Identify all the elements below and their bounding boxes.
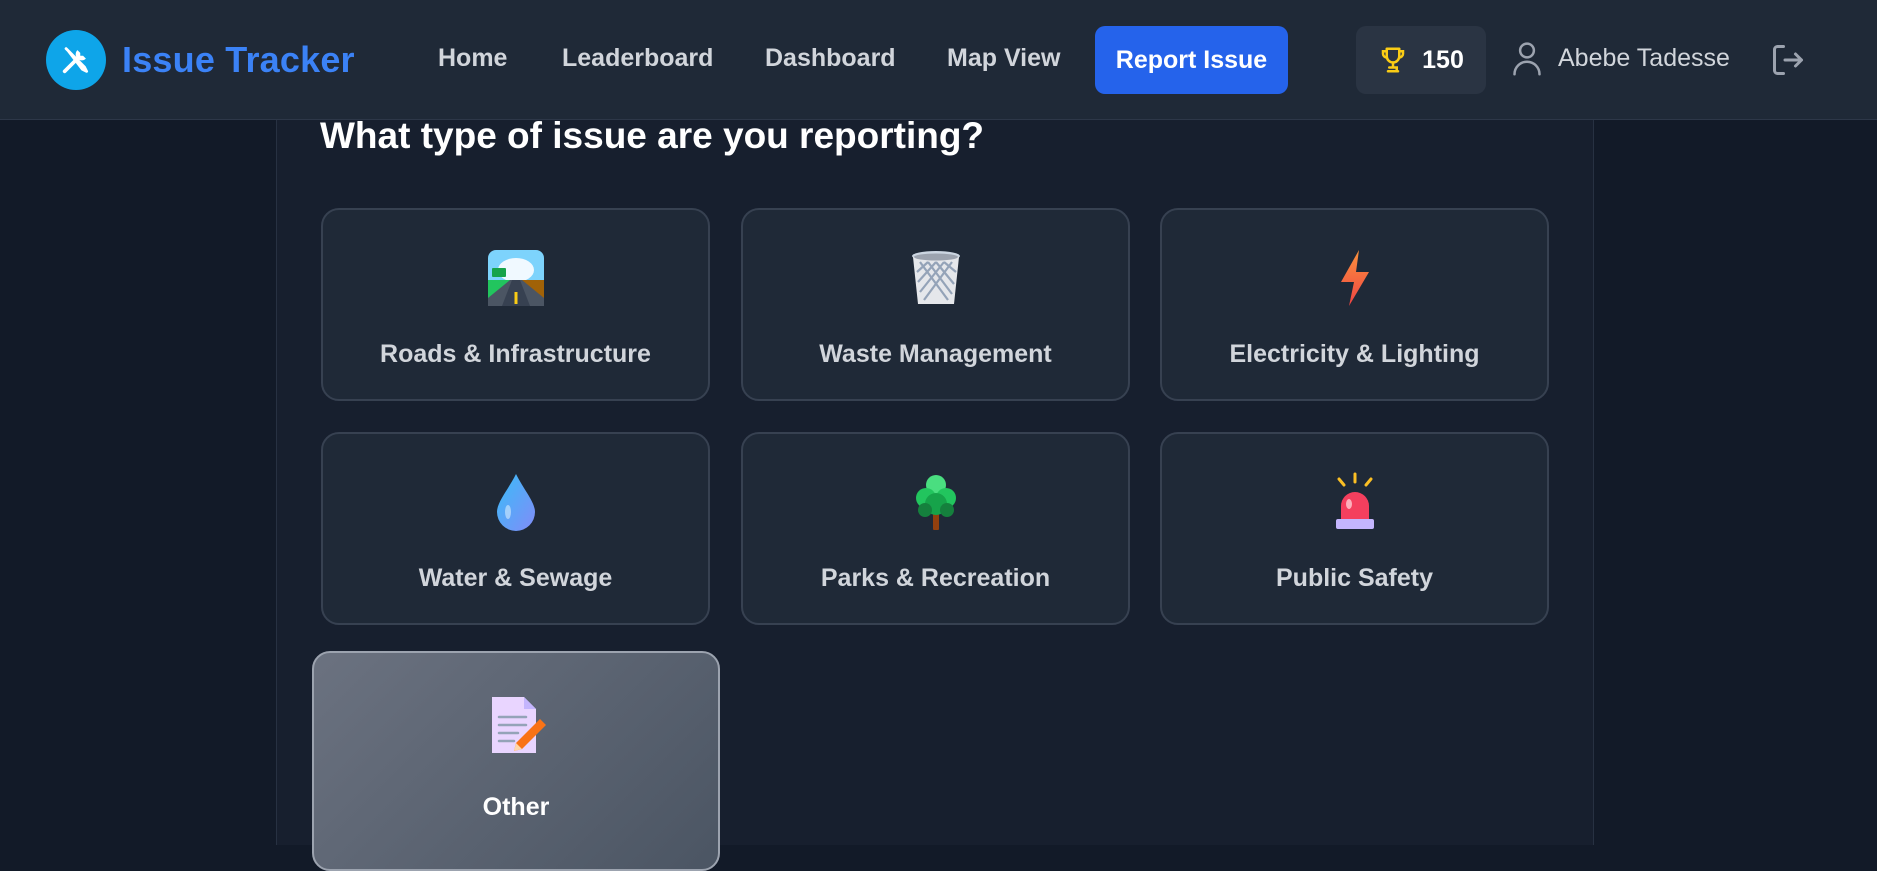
siren-icon	[1335, 472, 1374, 529]
lightning-icon	[1340, 250, 1369, 306]
category-label: Parks & Recreation	[820, 564, 1051, 592]
user-icon	[1513, 42, 1541, 76]
category-card-waste[interactable]: Waste Management	[741, 208, 1130, 401]
category-label: Water & Sewage	[418, 564, 613, 592]
category-card-roads[interactable]: Roads & Infrastructure	[321, 208, 710, 401]
memo-icon	[492, 697, 546, 753]
form-question: What type of issue are you reporting?	[320, 115, 985, 156]
wastebasket-icon	[911, 251, 960, 304]
category-card-other[interactable]: Other	[312, 651, 720, 871]
user-name: Abebe Tadesse	[1558, 43, 1730, 72]
brand-link[interactable]: Issue Tracker	[46, 30, 355, 90]
tools-icon	[46, 30, 106, 90]
category-card-public-safety[interactable]: Public Safety	[1160, 432, 1549, 625]
nav-map-view[interactable]: Map View	[947, 44, 1060, 73]
category-label: Waste Management	[819, 340, 1052, 368]
category-label: Public Safety	[1276, 564, 1433, 592]
category-label: Electricity & Lighting	[1229, 340, 1480, 368]
water-drop-icon	[496, 474, 535, 531]
logout-icon[interactable]	[1770, 42, 1806, 78]
points-value: 150	[1422, 45, 1464, 74]
category-card-electricity[interactable]: Electricity & Lighting	[1160, 208, 1549, 401]
road-icon	[487, 250, 544, 306]
category-card-water[interactable]: Water & Sewage	[321, 432, 710, 625]
user-menu[interactable]: Abebe Tadesse	[1512, 40, 1730, 76]
nav-home[interactable]: Home	[438, 44, 507, 73]
nav-leaderboard[interactable]: Leaderboard	[562, 44, 713, 73]
tree-icon	[915, 475, 956, 530]
category-label: Other	[482, 793, 550, 821]
category-card-parks[interactable]: Parks & Recreation	[741, 432, 1130, 625]
points-badge: 150	[1356, 26, 1486, 94]
report-issue-button[interactable]: Report Issue	[1095, 26, 1288, 94]
trophy-icon	[1381, 47, 1405, 73]
brand-title: Issue Tracker	[122, 39, 355, 80]
nav-dashboard[interactable]: Dashboard	[765, 44, 896, 73]
category-label: Roads & Infrastructure	[380, 340, 651, 368]
top-navbar: Issue Tracker Home Leaderboard Dashboard…	[0, 0, 1877, 120]
